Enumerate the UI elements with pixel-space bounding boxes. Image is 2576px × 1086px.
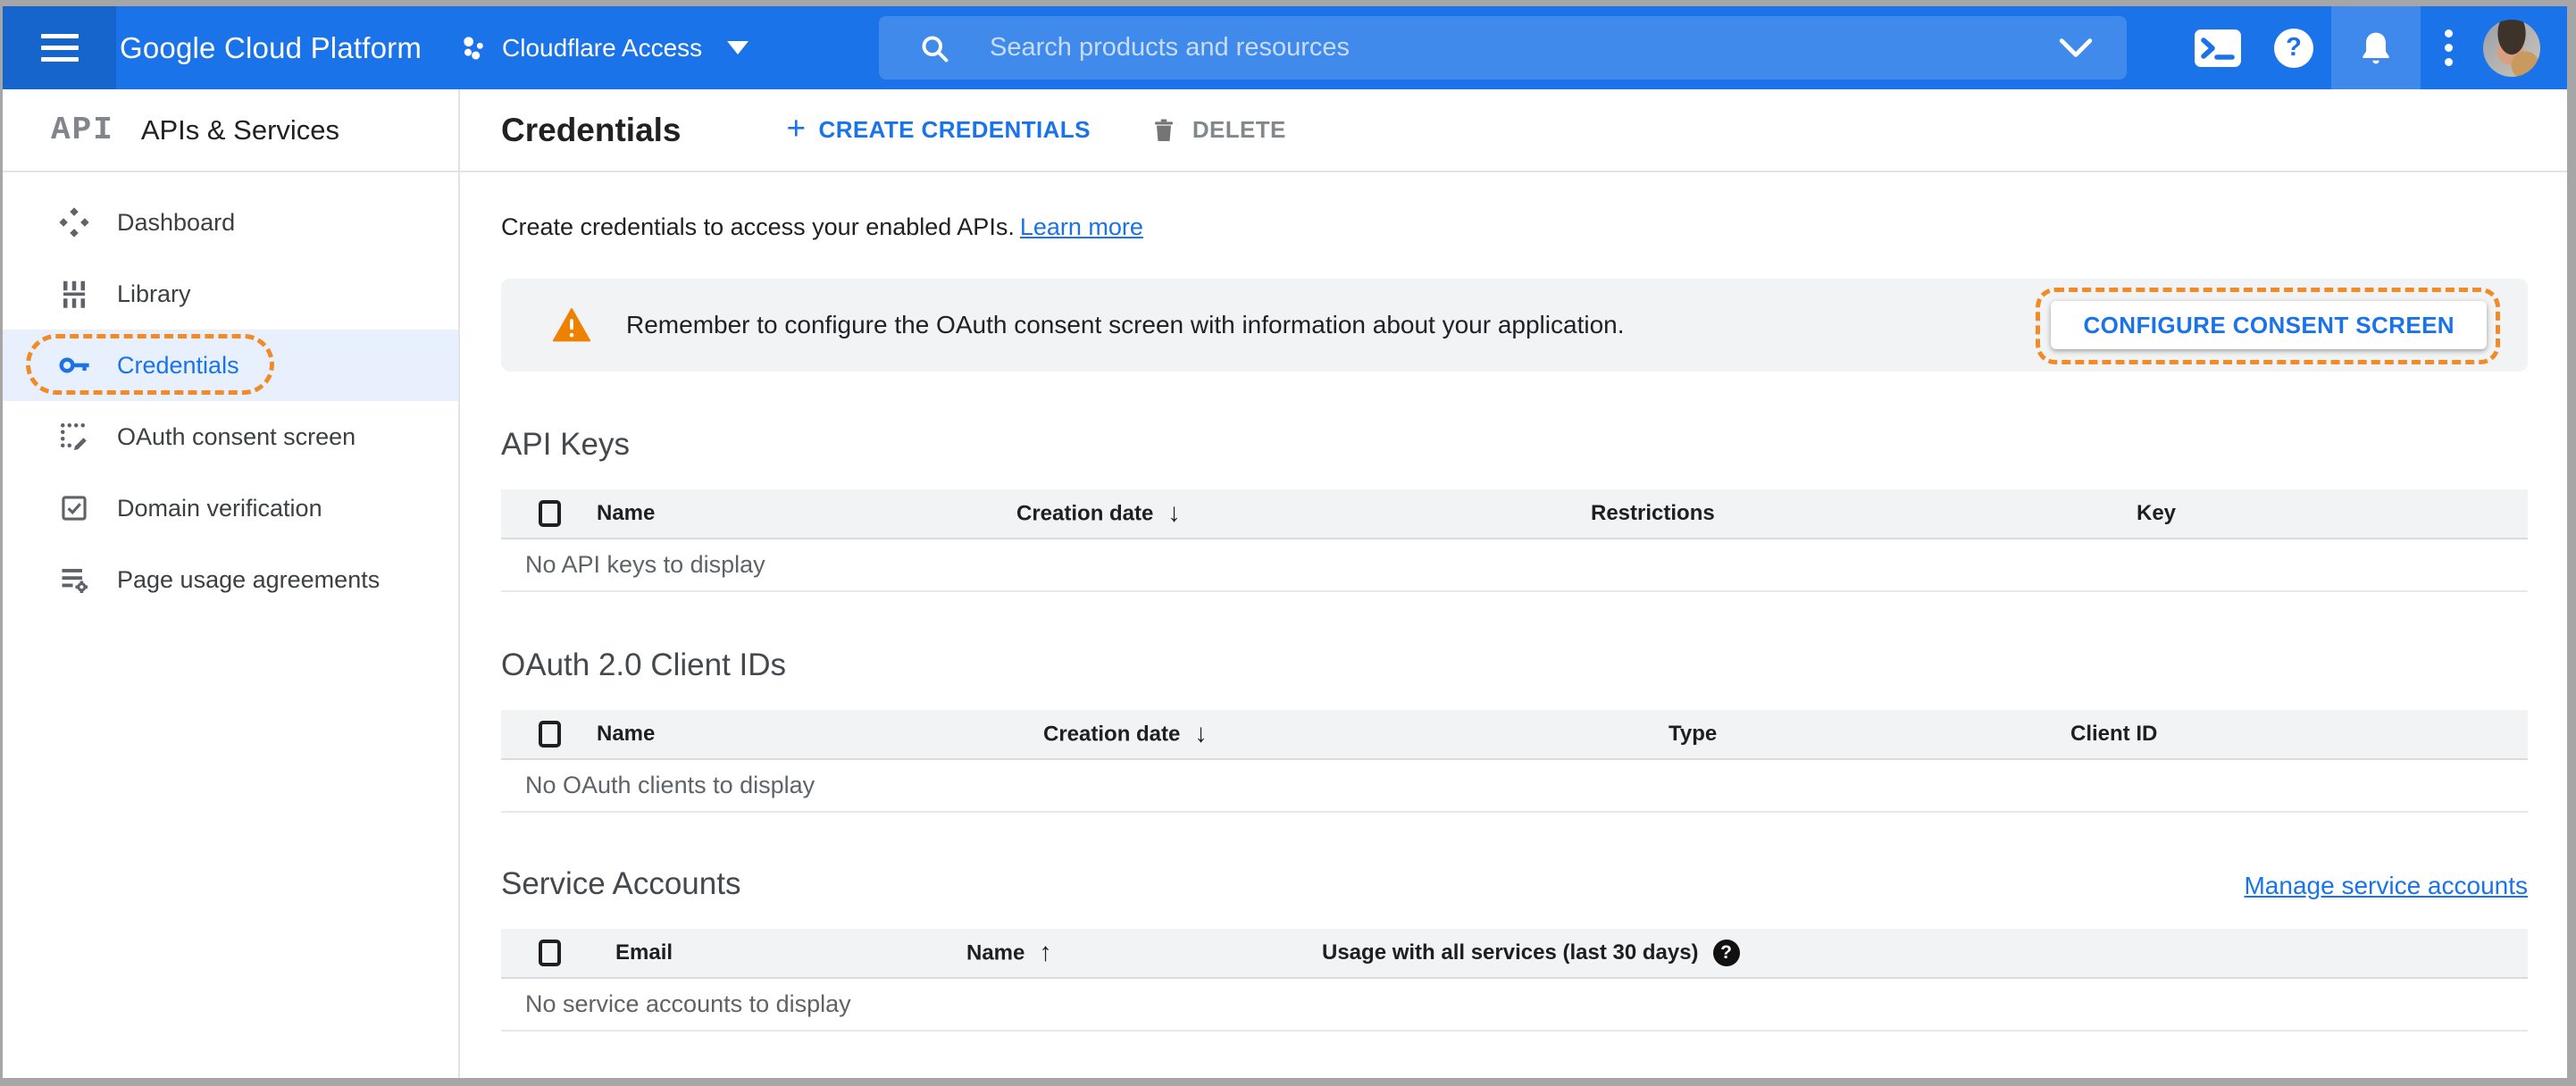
project-icon — [459, 34, 488, 63]
column-type[interactable]: Type — [1669, 722, 1717, 747]
hamburger-icon — [40, 34, 79, 38]
api-keys-title: API Keys — [501, 427, 630, 462]
empty-state: No service accounts to display — [501, 979, 2528, 1032]
sidebar-item-oauth-consent[interactable]: OAuth consent screen — [3, 401, 458, 472]
dashboard-icon — [56, 205, 92, 239]
column-client-id[interactable]: Client ID — [2070, 722, 2157, 747]
help-icon: ? — [2274, 28, 2313, 68]
topbar: Google Cloud Platform Cloudflare Access … — [3, 6, 2567, 89]
key-icon — [56, 348, 92, 382]
service-accounts-header-row: Service Accounts Manage service accounts — [501, 866, 2528, 902]
list-gear-icon — [56, 564, 92, 596]
sidebar-nav: Dashboard Library Credentials OAuth cons… — [3, 172, 458, 615]
cloud-shell-button[interactable] — [2179, 6, 2256, 89]
column-usage[interactable]: Usage with all services (last 30 days) ? — [1322, 940, 1740, 966]
caret-down-icon — [727, 41, 749, 54]
hamburger-button[interactable] — [3, 6, 116, 89]
search-placeholder: Search products and resources — [990, 33, 1350, 62]
sidebar-item-label: Domain verification — [117, 494, 322, 522]
dots-icon — [2444, 29, 2453, 38]
sidebar-item-page-usage[interactable]: Page usage agreements — [3, 544, 458, 615]
column-name[interactable]: Name ↑ — [966, 939, 1052, 968]
oauth-clients-title: OAuth 2.0 Client IDs — [501, 647, 787, 682]
library-icon — [56, 278, 92, 310]
table-header: Name Creation date ↓ Type Client ID — [501, 710, 2528, 760]
cloud-shell-icon — [2195, 29, 2241, 67]
page-body: Create credentials to access your enable… — [460, 172, 2567, 1032]
delete-button[interactable]: DELETE — [1150, 115, 1286, 146]
warning-icon — [553, 308, 590, 342]
page-title: Credentials — [501, 111, 682, 148]
avatar[interactable] — [2483, 19, 2540, 77]
help-button[interactable]: ? — [2256, 6, 2331, 89]
gcp-logo: Google Cloud Platform — [120, 30, 422, 64]
table-header: Name Creation date ↓ Restrictions Key — [501, 489, 2528, 539]
column-email[interactable]: Email — [615, 940, 673, 965]
banner-action: CONFIGURE CONSENT SCREEN — [2036, 288, 2500, 364]
column-name[interactable]: Name — [597, 722, 655, 747]
select-all-checkbox[interactable] — [539, 500, 561, 527]
select-all-checkbox[interactable] — [539, 721, 561, 748]
oauth-clients-table: Name Creation date ↓ Type Client ID No O… — [501, 710, 2528, 813]
sidebar-header: API APIs & Services — [3, 89, 458, 172]
search-chevron-down-icon[interactable] — [2059, 38, 2093, 58]
sidebar-item-label: Dashboard — [117, 208, 236, 236]
sidebar-item-label: Library — [117, 280, 191, 307]
api-keys-table: Name Creation date ↓ Restrictions Key No… — [501, 489, 2528, 592]
bell-icon — [2356, 29, 2396, 68]
project-selector[interactable]: Cloudflare Access — [459, 34, 749, 63]
sidebar-item-label: OAuth consent screen — [117, 422, 356, 450]
configure-consent-screen-button[interactable]: CONFIGURE CONSENT SCREEN — [2051, 301, 2487, 349]
column-creation-date[interactable]: Creation date ↓ — [1043, 720, 1208, 749]
table-header: Email Name ↑ Usage with all services (la… — [501, 929, 2528, 979]
search-bar[interactable]: Search products and resources — [879, 16, 2127, 79]
overflow-menu-button[interactable] — [2421, 6, 2476, 89]
sidebar-item-label: Credentials — [117, 351, 239, 379]
learn-more-link[interactable]: Learn more — [1020, 213, 1143, 240]
sort-desc-icon: ↓ — [1167, 498, 1181, 528]
create-credentials-button[interactable]: + CREATE CREDENTIALS — [786, 109, 1091, 147]
sidebar-item-library[interactable]: Library — [3, 258, 458, 330]
sidebar-item-label: Page usage agreements — [117, 565, 381, 593]
sidebar: API APIs & Services Dashboard Library Cr… — [3, 89, 460, 1078]
search-icon — [918, 32, 950, 64]
topbar-actions: ? — [2179, 6, 2567, 89]
notifications-button[interactable] — [2331, 6, 2421, 89]
banner-message: Remember to configure the OAuth consent … — [626, 311, 1625, 338]
select-all-checkbox[interactable] — [539, 940, 561, 966]
consent-screen-icon — [56, 421, 92, 453]
sidebar-item-dashboard[interactable]: Dashboard — [3, 187, 458, 258]
sidebar-title: APIs & Services — [140, 113, 340, 146]
column-creation-date[interactable]: Creation date ↓ — [1016, 499, 1181, 529]
sidebar-item-credentials[interactable]: Credentials — [3, 330, 458, 401]
checkbox-check-icon — [56, 493, 92, 523]
page-header: Credentials + CREATE CREDENTIALS DELETE — [460, 89, 2567, 172]
empty-state: No API keys to display — [501, 539, 2528, 592]
browser-window: Google Cloud Platform Cloudflare Access … — [3, 6, 2567, 1078]
empty-state: No OAuth clients to display — [501, 760, 2528, 813]
column-restrictions[interactable]: Restrictions — [1591, 501, 1715, 526]
column-name[interactable]: Name — [597, 501, 655, 526]
warning-banner: Remember to configure the OAuth consent … — [501, 279, 2528, 372]
project-name: Cloudflare Access — [502, 33, 703, 62]
api-logo: API — [51, 112, 114, 148]
service-accounts-table: Email Name ↑ Usage with all services (la… — [501, 929, 2528, 1032]
service-accounts-title: Service Accounts — [501, 866, 741, 901]
trash-icon — [1150, 115, 1178, 146]
column-key[interactable]: Key — [2137, 501, 2176, 526]
plus-icon: + — [786, 109, 807, 146]
main-content: Credentials + CREATE CREDENTIALS DELETE — [460, 89, 2567, 1078]
sort-desc-icon: ↓ — [1194, 719, 1208, 748]
sort-asc-icon: ↑ — [1039, 938, 1052, 967]
sidebar-item-domain-verification[interactable]: Domain verification — [3, 472, 458, 544]
usage-help-icon[interactable]: ? — [1712, 940, 1740, 966]
manage-service-accounts-link[interactable]: Manage service accounts — [2244, 872, 2528, 900]
intro-text: Create credentials to access your enable… — [501, 213, 1143, 240]
